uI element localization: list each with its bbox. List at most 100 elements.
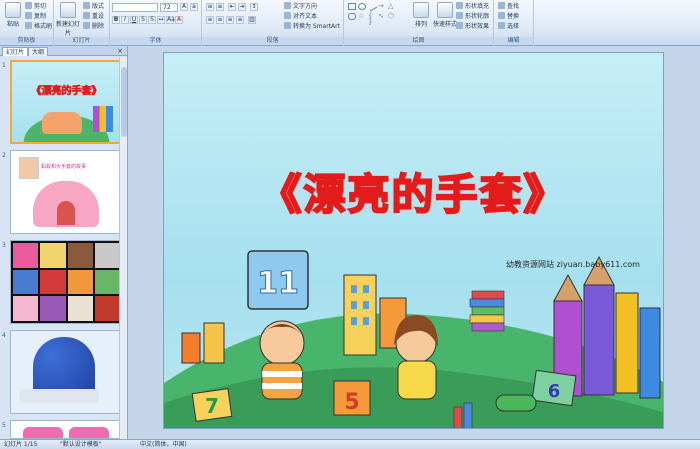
increase-indent-icon[interactable]: ⇥ <box>238 3 246 11</box>
italic-icon[interactable]: I <box>121 16 129 24</box>
slide-thumbnail-5[interactable] <box>10 420 123 439</box>
font-size-dropdown[interactable]: 72 <box>160 3 178 12</box>
thumb5-pink-glove <box>23 427 63 438</box>
align-left-icon[interactable]: ≡ <box>206 16 214 24</box>
rounded-rect-shape-icon[interactable] <box>348 13 356 20</box>
align-text-label: 对齐文本 <box>293 13 318 20</box>
arrow-shape-icon[interactable]: → <box>378 3 386 10</box>
align-right-icon[interactable]: ≡ <box>226 16 234 24</box>
format-painter-button[interactable]: 格式刷 <box>25 22 52 31</box>
columns-icon[interactable]: ▥ <box>248 16 256 24</box>
shape-outline-button[interactable]: 形状轮廓 <box>456 12 489 21</box>
new-slide-button[interactable]: 新建幻灯片 <box>56 2 80 37</box>
replace-button[interactable]: 替换 <box>498 12 519 21</box>
panel-tabs: 幻灯片 大纲 × <box>0 46 127 56</box>
font-name-dropdown[interactable] <box>112 3 158 12</box>
glove-photo <box>94 296 120 321</box>
language-indicator[interactable]: 中文(简体，中国) <box>140 440 187 449</box>
delete-icon <box>83 22 90 29</box>
glove-photo <box>40 296 66 321</box>
watermark-text: 幼教资源网站 ziyuan.baby611.com <box>506 260 640 269</box>
slides-group: 新建幻灯片 版式 重设 删除 幻灯片 <box>54 0 110 46</box>
quick-styles-icon <box>437 2 453 18</box>
font-group: 72 A a B I U S S ↔ Aa A 字体 <box>110 0 202 46</box>
shrink-font-icon[interactable]: a <box>190 3 198 11</box>
font-color-icon[interactable]: A <box>175 16 183 24</box>
slide-title[interactable]: 《漂亮的手套》 <box>164 161 663 222</box>
font-group-label: 字体 <box>110 37 201 45</box>
delete-button[interactable]: 删除 <box>83 22 104 31</box>
cut-label: 剪切 <box>34 3 47 10</box>
glove-photo <box>94 243 120 268</box>
thumb2-title: 蚂蚁和大手套的故事 <box>41 164 87 170</box>
align-center-icon[interactable]: ≡ <box>216 16 224 24</box>
slide-counter: 幻灯片 1/15 <box>4 441 38 448</box>
arrange-icon <box>413 2 429 18</box>
reset-button[interactable]: 重设 <box>83 12 104 21</box>
shape-fill-button[interactable]: 形状填充 <box>456 2 489 11</box>
shape-effects-button[interactable]: 形状效果 <box>456 22 489 31</box>
slide-canvas[interactable]: 11 7 5 6 《漂亮的手套》 幼教资源网站 ziyuan.baby611.c… <box>163 52 664 429</box>
panel-scrollbar[interactable] <box>119 57 127 439</box>
layout-button[interactable]: 版式 <box>83 2 104 11</box>
slide-illustration: 11 7 5 6 <box>164 250 663 428</box>
glove-photo <box>67 269 93 295</box>
find-label: 查找 <box>507 3 520 10</box>
slide-thumbnail-1[interactable]: 《漂亮的手套》 <box>10 60 123 144</box>
paragraph-group: ≡ ≡ ⇤ ⇥ ↕ ≡ ≡ ≡ ≡ ▥ 文字方向 对齐文本 转换为 SmartA… <box>202 0 344 46</box>
rectangle-shape-icon[interactable] <box>348 3 356 10</box>
hexagon-shape-icon[interactable]: ⬡ <box>388 13 396 20</box>
thumb2-photo <box>19 157 39 179</box>
numbering-icon[interactable]: ≡ <box>216 3 224 11</box>
line-spacing-icon[interactable]: ↕ <box>250 3 258 11</box>
align-text-button[interactable]: 对齐文本 <box>284 12 317 21</box>
drawing-group-label: 绘图 <box>344 37 493 45</box>
copy-button[interactable]: 复制 <box>25 12 46 21</box>
grow-font-icon[interactable]: A <box>180 3 188 11</box>
decrease-indent-icon[interactable]: ⇤ <box>228 3 236 11</box>
close-icon[interactable]: × <box>117 46 123 56</box>
slide-thumbnail-2[interactable]: 蚂蚁和大手套的故事 <box>10 150 123 234</box>
scrollbar-thumb[interactable] <box>121 67 127 137</box>
slide-number: 1 <box>2 62 6 69</box>
underline-icon[interactable]: U <box>130 16 138 24</box>
quick-styles-button[interactable]: 快速样式 <box>432 2 458 28</box>
find-button[interactable]: 查找 <box>498 2 519 11</box>
text-direction-button[interactable]: 文字方向 <box>284 2 317 11</box>
line-shape-icon[interactable] <box>366 1 378 12</box>
shadow-icon[interactable]: S <box>148 16 156 24</box>
strikethrough-icon[interactable]: S <box>139 16 147 24</box>
case-icon[interactable]: Aa <box>166 16 175 24</box>
glove-photo <box>94 269 120 295</box>
paste-button[interactable]: 粘贴 <box>2 2 24 28</box>
cursor-icon <box>498 22 505 29</box>
tab-slides[interactable]: 幻灯片 <box>2 47 29 56</box>
binoculars-icon <box>498 2 505 9</box>
star-shape-icon[interactable]: ☆ <box>358 13 366 20</box>
slides-group-label: 幻灯片 <box>54 37 109 45</box>
spacing-icon[interactable]: ↔ <box>157 16 165 24</box>
pen-icon <box>456 12 463 19</box>
arrange-label: 排列 <box>414 21 427 28</box>
clipboard-icon <box>5 2 21 18</box>
ribbon: 粘贴 剪切 复制 格式刷 剪贴板 新建幻灯片 版式 重设 删除 幻灯片 72 A… <box>0 0 700 46</box>
slide-thumbnail-4[interactable] <box>10 330 123 414</box>
bold-icon[interactable]: B <box>112 16 120 24</box>
cut-button[interactable]: 剪切 <box>25 2 46 11</box>
select-button[interactable]: 选择 <box>498 22 519 31</box>
slide-number: 4 <box>2 332 6 339</box>
editing-group-label: 编辑 <box>494 37 533 45</box>
justify-icon[interactable]: ≡ <box>236 16 244 24</box>
thumb1-kids <box>42 112 82 134</box>
shape-effects-label: 形状效果 <box>465 23 490 30</box>
bullets-icon[interactable]: ≡ <box>206 3 214 11</box>
oval-shape-icon[interactable] <box>358 3 366 10</box>
arrange-button[interactable]: 排列 <box>410 2 432 28</box>
tab-outline[interactable]: 大纲 <box>28 47 49 56</box>
curve-shape-icon[interactable]: ∿ <box>378 13 386 20</box>
convert-smartart-button[interactable]: 转换为 SmartArt <box>284 22 340 31</box>
triangle-shape-icon[interactable]: △ <box>388 3 396 10</box>
thumb4-cuff <box>19 389 99 403</box>
slide-thumbnail-3[interactable] <box>10 240 123 324</box>
brace-shape-icon[interactable]: { } <box>368 13 376 26</box>
